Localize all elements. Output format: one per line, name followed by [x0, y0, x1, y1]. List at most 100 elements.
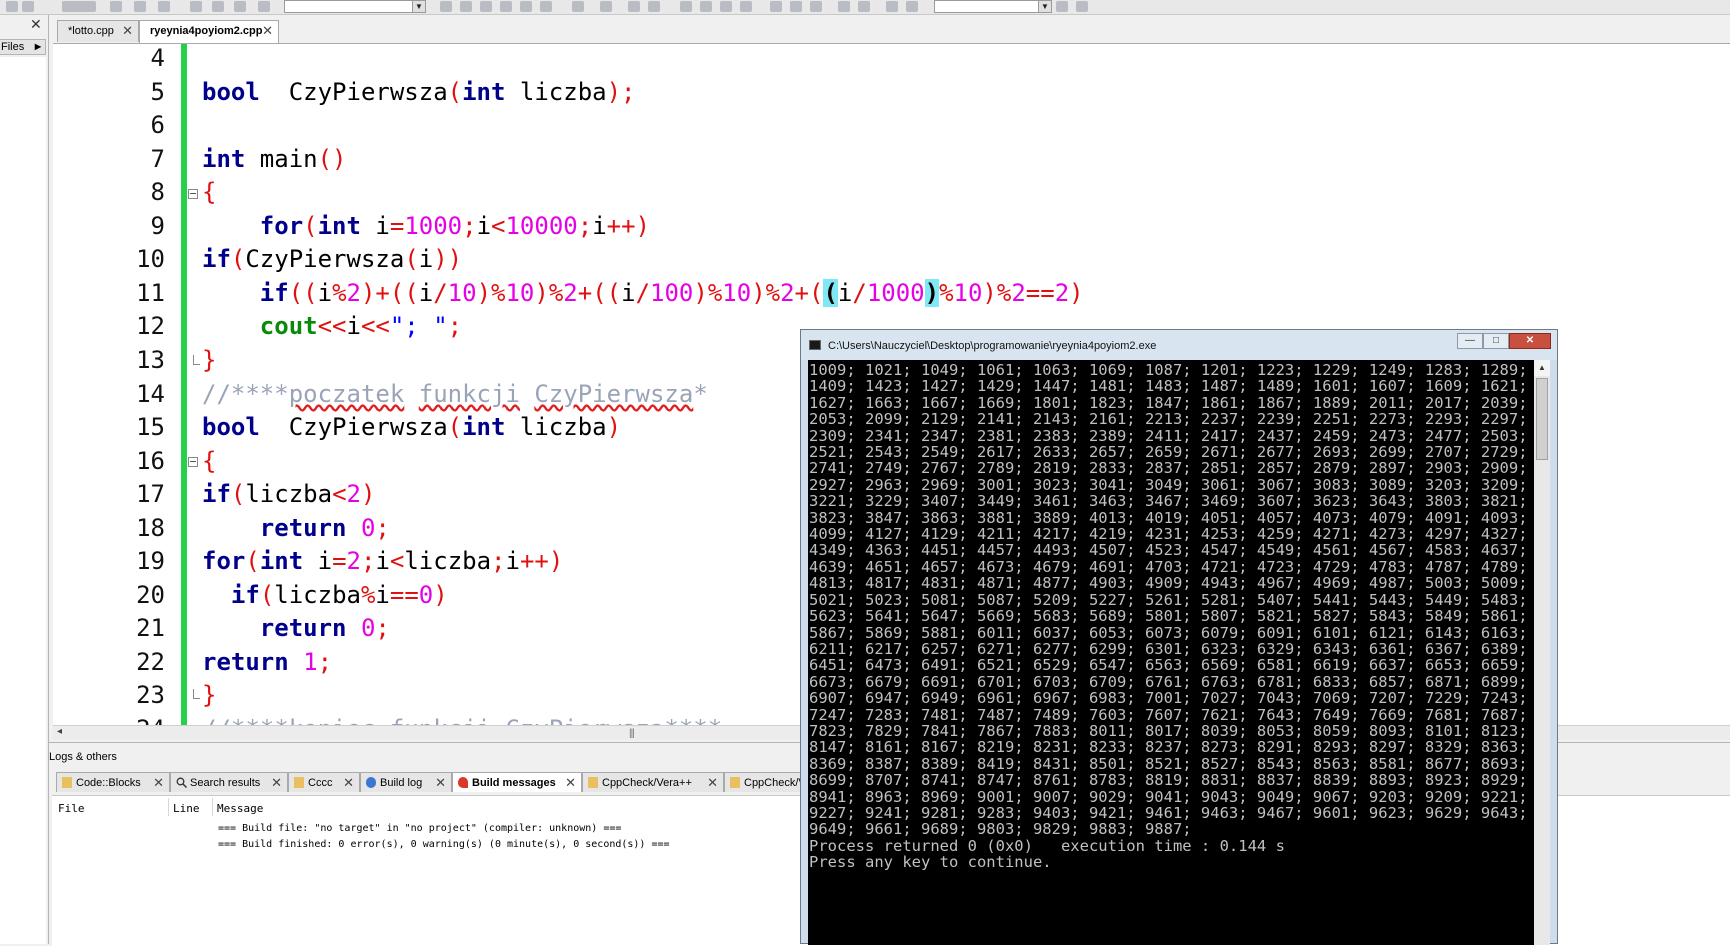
tab-files[interactable]: Files ▶ [0, 39, 46, 55]
toolbar-icon[interactable] [600, 1, 612, 12]
console-window[interactable]: C:\Users\Nauczyciel\Desktop\programowani… [800, 329, 1558, 945]
code-token: cout [259, 312, 318, 340]
close-button[interactable]: ✕ [1509, 333, 1551, 349]
toolbar-icon[interactable] [480, 1, 492, 12]
tab-label: ryeynia4poyiom2.cpp [150, 25, 263, 37]
tab-codeblocks[interactable]: Code::Blocks ✕ [56, 772, 170, 792]
close-icon[interactable]: ✕ [271, 775, 282, 791]
code-token: CzyPierwsza [534, 380, 694, 408]
toolbar-icon[interactable] [810, 1, 822, 12]
zoom-in-icon[interactable] [838, 1, 850, 12]
scrollbar-thumb[interactable] [1536, 378, 1548, 460]
doc-comment-icon[interactable] [62, 1, 96, 12]
code-token: << [317, 312, 347, 340]
code-token: = [389, 212, 405, 240]
code-token: ++) [606, 212, 650, 240]
toolbar-icon[interactable] [540, 1, 552, 12]
toolbar-icon[interactable] [1076, 1, 1088, 12]
toolbar-icon[interactable] [500, 1, 512, 12]
toolbar-icon[interactable] [6, 1, 18, 12]
toolbar-icon[interactable] [886, 1, 898, 12]
maximize-button[interactable]: □ [1483, 333, 1509, 349]
console-titlebar[interactable]: C:\Users\Nauczyciel\Desktop\programowani… [801, 330, 1557, 360]
build-message-row[interactable]: === Build file: "no target" in "no proje… [218, 823, 621, 834]
close-icon[interactable]: ✕ [262, 23, 273, 39]
close-icon[interactable]: ✕ [122, 23, 133, 39]
build-message-row[interactable]: === Build finished: 0 error(s), 0 warnin… [218, 839, 670, 850]
code-token: == [1025, 279, 1055, 307]
toolbar-icon[interactable] [1056, 1, 1068, 12]
toolbar-icon[interactable] [740, 1, 752, 12]
toolbar-icon[interactable] [212, 1, 224, 12]
close-icon[interactable]: ✕ [153, 775, 164, 791]
toolbar-icon[interactable] [680, 1, 692, 12]
forward-icon[interactable] [460, 1, 472, 12]
tab-cppcheck-v[interactable]: CppCheck/V [724, 772, 802, 792]
code-line: bool CzyPierwsza(int liczba) [202, 413, 621, 441]
code-line: return 1; [202, 648, 332, 676]
close-icon[interactable]: ✕ [707, 775, 718, 791]
tab-cppcheck-vera[interactable]: CppCheck/Vera++ ✕ [582, 772, 724, 792]
close-icon[interactable]: ✕ [343, 775, 354, 791]
chevron-right-icon[interactable]: ▶ [35, 42, 41, 51]
scroll-grip-icon[interactable]: ||| [629, 728, 635, 739]
code-token: CzyPierwsza [259, 413, 448, 441]
minimize-button[interactable]: — [1457, 333, 1483, 349]
toolbar-icon[interactable] [190, 1, 202, 12]
code-line: for(int i=2;i<liczba;i++) [202, 547, 563, 575]
tab-build-messages[interactable]: Build messages ✕ [452, 772, 582, 792]
console-app-icon [809, 340, 821, 350]
zoom-out-icon[interactable] [858, 1, 870, 12]
close-icon[interactable]: ✕ [565, 775, 576, 791]
toolbar-combo[interactable]: ▼ [284, 0, 426, 13]
console-scrollbar[interactable]: ▲ [1534, 360, 1550, 945]
close-icon[interactable]: ✕ [435, 775, 446, 791]
tab-ryeynia4poyiom2-cpp[interactable]: ryeynia4poyiom2.cpp ✕ [139, 20, 279, 43]
toolbar-icon[interactable] [770, 1, 782, 12]
code-token: )% [693, 279, 723, 307]
toolbar-icon[interactable] [700, 1, 712, 12]
toolbar-icon[interactable] [234, 1, 246, 12]
tab-search-results[interactable]: Search results ✕ [170, 772, 288, 792]
tab-lotto-cpp[interactable]: *lotto.cpp ✕ [57, 20, 139, 42]
fold-marker-icon[interactable] [188, 189, 198, 199]
code-token: = [332, 547, 347, 575]
column-header-file[interactable]: File [58, 802, 85, 815]
scroll-up-icon[interactable]: ▲ [1534, 360, 1550, 376]
close-icon[interactable]: ✕ [30, 17, 42, 31]
scroll-left-icon[interactable]: ◂ [57, 726, 62, 737]
column-header-line[interactable]: Line [173, 802, 200, 815]
toolbar-combo[interactable]: ▼ [934, 0, 1052, 13]
toolbar-icon[interactable] [520, 1, 532, 12]
toolbar-icon[interactable] [158, 1, 170, 12]
code-token: i [592, 212, 607, 240]
line-number: 17 [136, 480, 165, 508]
fold-marker-icon[interactable] [188, 457, 198, 467]
toolbar-icon[interactable] [906, 1, 918, 12]
column-header-message[interactable]: Message [217, 802, 263, 815]
toolbar-icon[interactable] [134, 1, 146, 12]
code-token: liczba [274, 581, 361, 609]
cursor-icon[interactable] [572, 1, 584, 12]
toolbar-icon[interactable] [258, 1, 270, 12]
line-number: 7 [150, 145, 165, 173]
tab-build-log[interactable]: Build log ✕ [360, 772, 452, 792]
console-output-area[interactable]: 1009; 1021; 1049; 1061; 1063; 1069; 1087… [808, 360, 1550, 945]
toolbar-icon[interactable] [628, 1, 640, 12]
toolbar-icon[interactable] [648, 1, 660, 12]
code-line: cout<<i<<"; "; [202, 312, 462, 340]
toolbar-icon[interactable] [720, 1, 732, 12]
tab-cccc[interactable]: Cccc ✕ [288, 772, 360, 792]
tab-label: *lotto.cpp [68, 25, 114, 37]
line-number: 5 [150, 78, 165, 106]
document-icon [730, 777, 740, 788]
toolbar-icon[interactable] [110, 1, 122, 12]
code-token: < [389, 547, 405, 575]
code-token: i [317, 279, 333, 307]
code-token: / [852, 279, 867, 307]
toolbar-icon[interactable] [790, 1, 802, 12]
toolbar-icon[interactable] [22, 1, 34, 12]
back-icon[interactable] [440, 1, 452, 12]
code-line: { [202, 447, 216, 475]
